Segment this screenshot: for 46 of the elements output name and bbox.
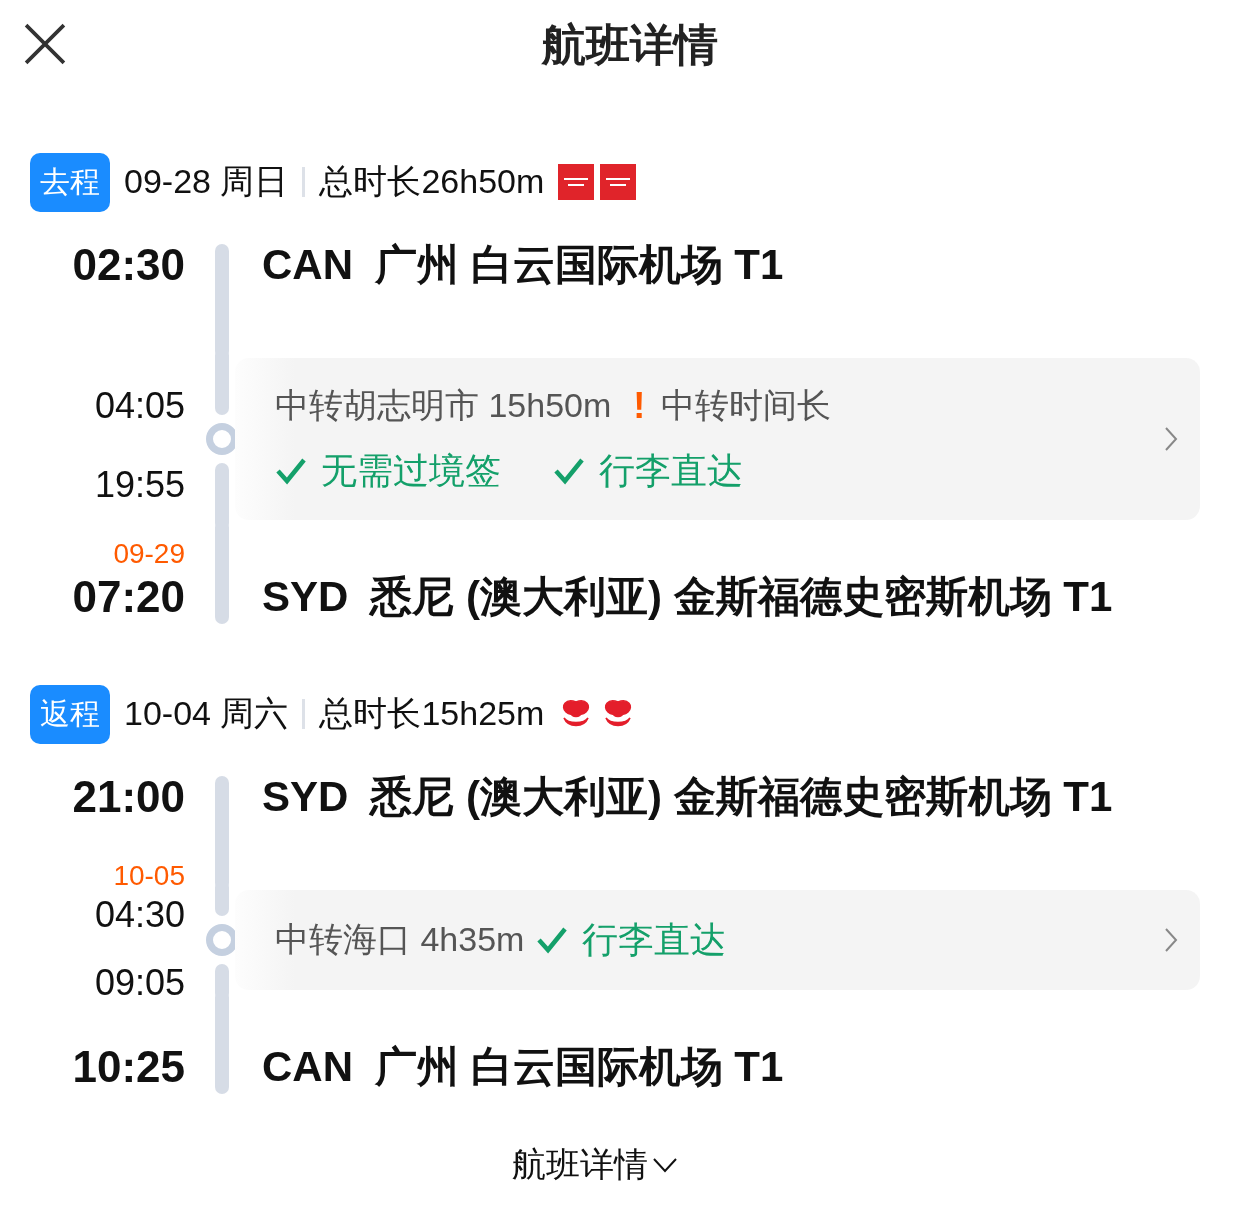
airport-code: SYD (262, 772, 349, 822)
total-duration: 总时长15h25m (319, 693, 545, 734)
departure-time: 02:30 (72, 239, 185, 291)
total-duration: 总时长26h50m (319, 161, 545, 202)
transfer-arrival-time: 04:05 (94, 384, 185, 428)
warning-mark: ! (633, 384, 646, 427)
caret-icon (652, 1157, 678, 1173)
transfer-departure-time: 09:05 (94, 961, 185, 1005)
chevron-right-icon (1164, 426, 1178, 452)
arrival-time: 07:20 (72, 571, 185, 623)
arrival-date: 09-29 (113, 538, 185, 570)
arrival-time: 10:25 (72, 1041, 185, 1093)
trip-date: 09-28 周日 (124, 161, 289, 202)
page-title: 航班详情 (542, 18, 718, 71)
airport-code: SYD (262, 572, 349, 622)
transfer-info: 中转海口 4h35m (275, 919, 525, 960)
warning-text: 中转时间长 (661, 384, 832, 426)
trip-tag: 返程 (30, 684, 110, 744)
perk-label: 行李直达 (599, 448, 743, 493)
airline-logo-icon (600, 164, 637, 200)
departure-time: 21:00 (72, 771, 185, 823)
airport-name: 广州 白云国际机场 T1 (375, 240, 784, 290)
transfer-departure-time: 19:55 (94, 463, 185, 507)
check-icon (275, 457, 307, 485)
airport-name: 悉尼 (澳大利亚) 金斯福德史密斯机场 T1 (370, 572, 1113, 622)
chevron-right-icon (1164, 927, 1178, 953)
transfer-dot-icon (206, 423, 238, 455)
airport-name: 悉尼 (澳大利亚) 金斯福德史密斯机场 T1 (370, 772, 1113, 822)
transfer-card[interactable]: 中转海口 4h35m 行李直达 (235, 890, 1200, 990)
arrival-date: 10-05 (113, 860, 185, 892)
airport-code: CAN (262, 240, 353, 290)
transfer-card[interactable]: 中转胡志明市 15h50m ! 中转时间长 无需过境签 行李直达 (235, 358, 1200, 520)
trip-tag: 去程 (30, 152, 110, 212)
trip-date: 10-04 周六 (124, 693, 289, 734)
check-icon (536, 926, 569, 954)
transfer-info: 中转胡志明市 15h50m (275, 384, 612, 426)
flight-details-toggle[interactable]: 航班详情 (512, 1142, 678, 1188)
perk-label: 无需过境签 (321, 448, 501, 493)
transfer-arrival-time: 04:30 (94, 893, 185, 937)
transfer-dot-icon (206, 924, 238, 956)
close-icon[interactable] (24, 23, 66, 65)
check-icon (553, 457, 585, 485)
airline-logo-icon (558, 164, 595, 200)
airport-code: CAN (262, 1042, 353, 1092)
perk-label: 行李直达 (582, 917, 727, 962)
airport-name: 广州 白云国际机场 T1 (375, 1042, 784, 1092)
